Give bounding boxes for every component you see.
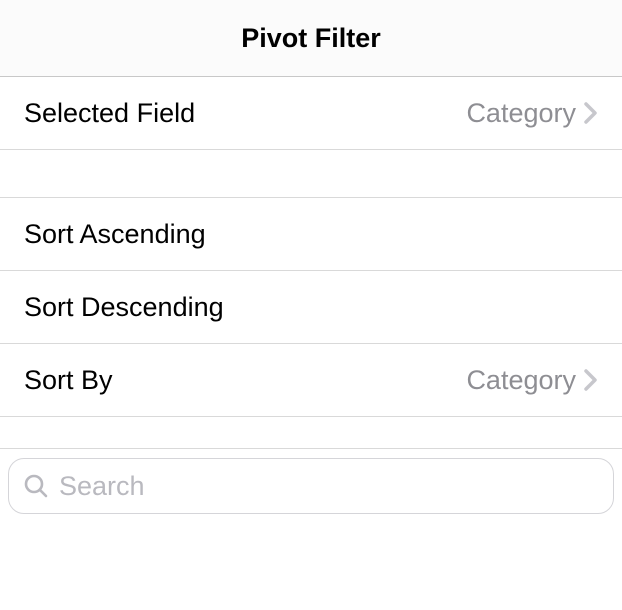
chevron-right-icon xyxy=(584,369,598,391)
sort-descending-row[interactable]: Sort Descending xyxy=(0,271,622,344)
search-wrap xyxy=(0,449,622,522)
page-title: Pivot Filter xyxy=(241,23,381,54)
selected-field-label: Selected Field xyxy=(24,98,195,129)
sort-by-value-wrap: Category xyxy=(466,365,598,396)
selected-field-value-wrap: Category xyxy=(466,98,598,129)
header: Pivot Filter xyxy=(0,0,622,77)
sort-descending-label: Sort Descending xyxy=(24,292,224,323)
search-input[interactable] xyxy=(59,471,599,502)
sort-by-value: Category xyxy=(466,365,576,396)
selected-field-row[interactable]: Selected Field Category xyxy=(0,77,622,150)
search-icon xyxy=(23,473,49,499)
sort-by-row[interactable]: Sort By Category xyxy=(0,344,622,417)
sort-group: Sort Ascending Sort Descending Sort By C… xyxy=(0,198,622,417)
chevron-right-icon xyxy=(584,102,598,124)
group-gap xyxy=(0,150,622,198)
selected-field-group: Selected Field Category xyxy=(0,77,622,150)
sort-ascending-label: Sort Ascending xyxy=(24,219,206,250)
selected-field-value: Category xyxy=(466,98,576,129)
search-box[interactable] xyxy=(8,458,614,514)
group-gap xyxy=(0,417,622,449)
sort-ascending-row[interactable]: Sort Ascending xyxy=(0,198,622,271)
sort-by-label: Sort By xyxy=(24,365,113,396)
